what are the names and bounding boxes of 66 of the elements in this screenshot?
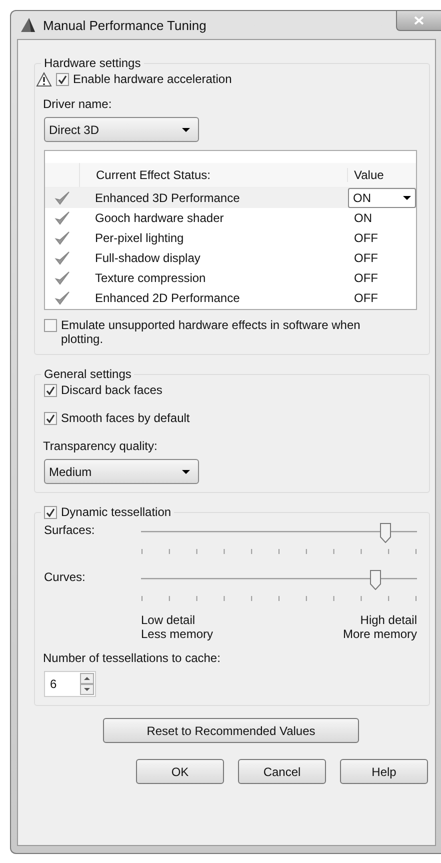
table-row[interactable]: Per-pixel lighting OFF [45,228,416,248]
dialog-button[interactable]: OK [136,759,224,784]
checkmark-icon [54,210,70,226]
scale-caption: More memory [342,627,417,641]
app-icon [19,16,37,34]
table-cell-text: Per-pixel lighting [94,231,185,245]
dropdown[interactable]: ON [348,188,416,208]
table-cell-text: Gooch hardware shader [94,211,225,225]
group-title: Hardware settings [43,56,142,70]
checkbox-label: Discard back faces [61,383,162,397]
group-title: Dynamic tessellation [61,505,172,519]
checkbox[interactable] [44,384,57,397]
field-label: Driver name: [43,97,113,111]
table-row[interactable]: Texture compression OFF [45,268,416,288]
table-cell-text: OFF [353,271,378,285]
scale-caption: Low detail [141,613,196,627]
caret-icon [182,128,190,132]
dialog-button[interactable]: Help [340,759,428,784]
close-button[interactable] [396,11,441,31]
window-title: Manual Performance Tuning [43,18,208,32]
table-cell-text: Enhanced 3D Performance [94,191,241,205]
close-icon [414,16,424,25]
group-title: General settings [43,367,132,381]
checkbox-label: Emulate unsupported hardware effects in software when plotting. [61,318,362,346]
column-header: Value [347,168,416,182]
field-label: Number of tessellations to cache: [43,651,222,665]
slider-thumb[interactable] [370,570,381,590]
number-field[interactable]: 6 [44,671,96,697]
table-row[interactable]: Enhanced 3D Performance ON [45,188,416,208]
caret-icon [182,470,190,474]
table-cell-text: Full-shadow display [94,251,202,265]
field-label: Transparency quality: [43,439,158,453]
table-cell-text: Enhanced 2D Performance [94,291,241,305]
checkmark-icon [54,290,70,306]
slider-label: Curves: [44,570,86,584]
table-row[interactable]: Enhanced 2D Performance OFF [45,288,416,308]
caret-icon [403,196,411,200]
column-header: Current Effect Status: [95,168,212,182]
checkbox[interactable] [44,412,57,425]
checkbox-label: Smooth faces by default [61,411,190,425]
table-row[interactable]: Gooch hardware shader ON [45,208,416,228]
checkmark-icon [54,230,70,246]
spin-up-button[interactable] [80,673,94,684]
checkmark-icon [54,270,70,286]
checkbox-label: Enable hardware acceleration [73,72,232,86]
reset-button[interactable]: Reset to Recommended Values [103,718,359,743]
table-cell-text: Texture compression [94,271,207,285]
slider-thumb[interactable] [380,523,392,543]
checkmark-icon [54,190,70,206]
table-cell-text: OFF [353,251,378,265]
warning-icon [36,72,52,87]
scale-caption: Less memory [141,627,214,641]
slider-label: Surfaces: [44,523,96,537]
scale-caption: High detail [359,613,417,627]
checkbox[interactable] [44,506,57,519]
checkbox[interactable] [44,319,57,332]
dropdown[interactable]: Medium [44,459,199,484]
checkbox[interactable] [56,73,69,86]
dialog-button[interactable]: Cancel [238,759,326,784]
dropdown[interactable]: Direct 3D [44,117,199,142]
table-cell-text: OFF [353,231,378,245]
spin-down-button[interactable] [80,684,94,695]
table-row[interactable]: Full-shadow display OFF [45,248,416,268]
table-cell-text: OFF [353,291,378,305]
checkmark-icon [54,250,70,266]
table-cell-text: ON [353,211,372,225]
